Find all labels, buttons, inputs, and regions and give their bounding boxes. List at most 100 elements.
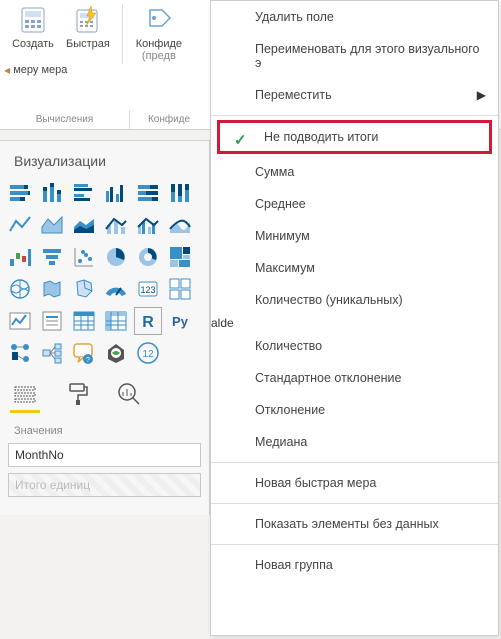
fields-icon [13,383,37,405]
ctx-show-no-data-label: Показать элементы без данных [255,517,439,531]
ctx-stddev-label: Стандартное отклонение [255,371,401,385]
combo-line-clustered-icon[interactable] [134,211,162,239]
scatter-icon[interactable] [70,243,98,271]
ctx-median[interactable]: Медиана [211,426,498,458]
stacked-column-icon[interactable] [38,179,66,207]
ctx-count-distinct[interactable]: Количество (уникальных) [211,284,498,316]
visualizations-pane: Визуализации 123 R Py [0,140,210,515]
field-total-units-label: Итого единиц [15,478,90,492]
ctx-new-quick-measure-label: Новая быстрая мера [255,476,376,490]
ctx-show-no-data[interactable]: Показать элементы без данных [211,508,498,540]
area-chart-icon[interactable] [38,211,66,239]
separator [211,462,498,463]
ctx-sum-label: Сумма [255,165,294,179]
table-icon[interactable] [70,307,98,335]
ctx-move-label: Переместить [255,88,332,102]
ctx-new-quick-measure[interactable]: Новая быстрая мера [211,467,498,499]
field-monthno[interactable]: MonthNo [8,443,201,467]
waterfall-icon[interactable] [6,243,34,271]
hundred-column-icon[interactable] [166,179,194,207]
ctx-move[interactable]: Переместить▶ [211,79,498,111]
new-measure-button[interactable]: Создать [6,4,60,50]
kpi-icon[interactable] [6,307,34,335]
analytics-tab[interactable] [116,381,142,407]
viz-tabs [0,367,209,411]
svg-text:12: 12 [142,349,154,360]
filled-map-icon[interactable] [38,275,66,303]
confidentiality-button[interactable]: Конфиде (предв [129,4,189,62]
ribbon-chart-icon[interactable] [166,211,194,239]
stacked-bar-icon[interactable] [6,179,34,207]
qa-icon[interactable]: ? [70,339,98,367]
clustered-bar-icon[interactable] [70,179,98,207]
shape-map-icon[interactable] [70,275,98,303]
field-monthno-label: MonthNo [15,448,64,462]
ctx-minimum-label: Минимум [255,229,310,243]
line-chart-icon[interactable] [6,211,34,239]
ctx-remove-field-label: Удалить поле [255,10,334,24]
ctx-rename[interactable]: Переименовать для этого визуального э [211,33,498,79]
new-measure-label: Создать [12,38,54,50]
treemap-icon[interactable] [166,243,194,271]
confidentiality-sub: (предв [142,50,176,62]
highlight-box: ✓ Не подводить итоги [217,120,492,154]
donut-icon[interactable] [134,243,162,271]
ctx-new-group[interactable]: Новая группа [211,549,498,581]
svg-text:Py: Py [172,314,189,329]
svg-text:?: ? [86,357,90,364]
card-icon[interactable]: 123 [134,275,162,303]
combo-line-column-icon[interactable] [102,211,130,239]
pie-icon[interactable] [102,243,130,271]
gauge-icon[interactable] [102,275,130,303]
ctx-variance[interactable]: Отклонение [211,394,498,426]
tag-icon [144,6,174,34]
ctx-stddev[interactable]: Стандартное отклонение [211,362,498,394]
viz-grid: 123 R Py ? 12 [0,179,209,367]
ctx-sum[interactable]: Сумма [211,156,498,188]
ctx-rename-label: Переименовать для этого визуального э [255,42,479,70]
multi-card-icon[interactable] [166,275,194,303]
group-calculations: Вычисления [0,110,130,129]
calculator-icon [19,6,47,34]
measure-suffix-right: мера [41,64,67,76]
context-menu: Удалить поле Переименовать для этого виз… [210,0,499,636]
confidentiality-label: Конфиде [136,38,182,50]
ctx-remove-field[interactable]: Удалить поле [211,1,498,33]
separator [211,115,498,116]
lightning-calc-icon [74,6,102,34]
python-visual-icon[interactable]: Py [166,307,194,335]
format-tab[interactable] [64,381,90,407]
hundred-bar-icon[interactable] [134,179,162,207]
funnel-icon[interactable] [38,243,66,271]
arcgis-icon[interactable] [102,339,130,367]
ctx-median-label: Медиана [255,435,307,449]
r-visual-icon[interactable]: R [134,307,162,335]
ctx-maximum[interactable]: Максимум [211,252,498,284]
matrix-icon[interactable] [102,307,130,335]
quick-measure-label: Быстрая [66,38,110,50]
magnifier-chart-icon [117,382,141,406]
fields-tab[interactable] [12,381,38,407]
ctx-dont-summarize[interactable]: ✓ Не подводить итоги [220,123,489,151]
key-influencers-icon[interactable] [6,339,34,367]
map-icon[interactable] [6,275,34,303]
slicer-icon[interactable] [38,307,66,335]
quick-measure-button[interactable]: Быстрая [60,4,116,50]
decomposition-icon[interactable] [38,339,66,367]
ctx-count-distinct-label: Количество (уникальных) [255,293,403,307]
ctx-new-group-label: Новая группа [255,558,333,572]
powerapps-icon[interactable]: 12 [134,339,162,367]
separator [211,503,498,504]
measure-suffix-left: меру [13,64,38,76]
svg-text:123: 123 [140,285,155,295]
ctx-count[interactable]: Количество [211,330,498,362]
clustered-column-icon[interactable] [102,179,130,207]
field-total-units[interactable]: Итого единиц [8,473,201,497]
stacked-area-icon[interactable] [70,211,98,239]
separator [211,544,498,545]
checkmark-icon: ✓ [234,131,247,149]
ctx-average-label: Среднее [255,197,306,211]
ctx-minimum[interactable]: Минимум [211,220,498,252]
ctx-average[interactable]: Среднее [211,188,498,220]
svg-text:R: R [142,314,154,331]
